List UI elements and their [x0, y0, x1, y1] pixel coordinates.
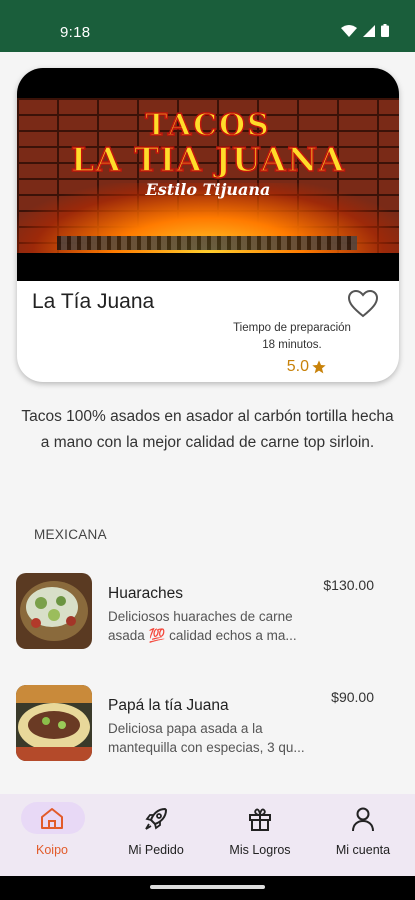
battery-icon	[381, 24, 389, 37]
system-gesture-bar	[0, 876, 415, 900]
nav-label: Mi Pedido	[128, 843, 184, 857]
nav-mi-cuenta[interactable]: Mi cuenta	[313, 802, 413, 870]
menu-item-image	[16, 573, 92, 649]
nav-mi-pedido[interactable]: Mi Pedido	[106, 802, 206, 870]
restaurant-card[interactable]: TACOS LA TIA JUANA Estilo Tijuana La Tía…	[17, 68, 399, 382]
prep-time-label: Tiempo de preparación	[233, 322, 351, 334]
nav-label: Koipo	[36, 843, 68, 857]
banner-subtitle: Estilo Tijuana	[145, 180, 271, 199]
gift-icon	[249, 808, 271, 831]
signal-icon	[363, 24, 375, 37]
gesture-handle[interactable]	[150, 885, 265, 889]
menu-item-papa-la-tia-juana[interactable]: Papá la tía Juana Deliciosa papa asada a…	[16, 685, 400, 765]
wifi-icon	[341, 24, 357, 37]
grill-graphic	[57, 236, 357, 250]
status-icons	[341, 24, 389, 37]
menu-item-name: Huaraches	[108, 585, 183, 602]
category-heading: MEXICANA	[34, 527, 107, 542]
status-bar: 9:18	[0, 0, 415, 52]
prep-time-block: Tiempo de preparación 18 minutos.	[197, 320, 387, 354]
restaurant-banner-image: TACOS LA TIA JUANA Estilo Tijuana	[17, 68, 399, 281]
menu-item-image	[16, 685, 92, 761]
nav-mis-logros[interactable]: Mis Logros	[210, 802, 310, 870]
user-icon	[352, 807, 374, 832]
menu-item-price: $90.00	[331, 689, 374, 705]
nav-koipo[interactable]: Koipo	[2, 802, 102, 870]
prep-time-value: 18 minutos.	[262, 339, 322, 351]
home-icon	[41, 808, 63, 829]
menu-item-price: $130.00	[323, 577, 374, 593]
rocket-icon	[145, 808, 167, 830]
nav-label: Mis Logros	[229, 843, 291, 857]
menu-item-description: Deliciosos huaraches de carne asada 💯 ca…	[108, 609, 297, 643]
banner-title-line1: TACOS	[144, 107, 271, 144]
bottom-navigation: Koipo Mi Pedido Mis Logros Mi cuenta	[0, 794, 415, 876]
rating: 5.0	[287, 358, 327, 376]
status-time: 9:18	[60, 24, 91, 41]
restaurant-name: La Tía Juana	[32, 290, 155, 313]
menu-item-huaraches[interactable]: Huaraches Deliciosos huaraches de carne …	[16, 573, 400, 653]
nav-label: Mi cuenta	[335, 843, 391, 857]
restaurant-description: Tacos 100% asados en asador al carbón to…	[21, 408, 394, 451]
rating-value: 5.0	[286, 358, 309, 375]
star-icon	[312, 360, 326, 374]
banner-title-line2: LA TIA JUANA	[70, 139, 346, 180]
menu-item-name: Papá la tía Juana	[108, 697, 229, 714]
favorite-heart-icon[interactable]	[347, 289, 379, 319]
menu-item-description: Deliciosa papa asada a la mantequilla co…	[108, 721, 305, 755]
